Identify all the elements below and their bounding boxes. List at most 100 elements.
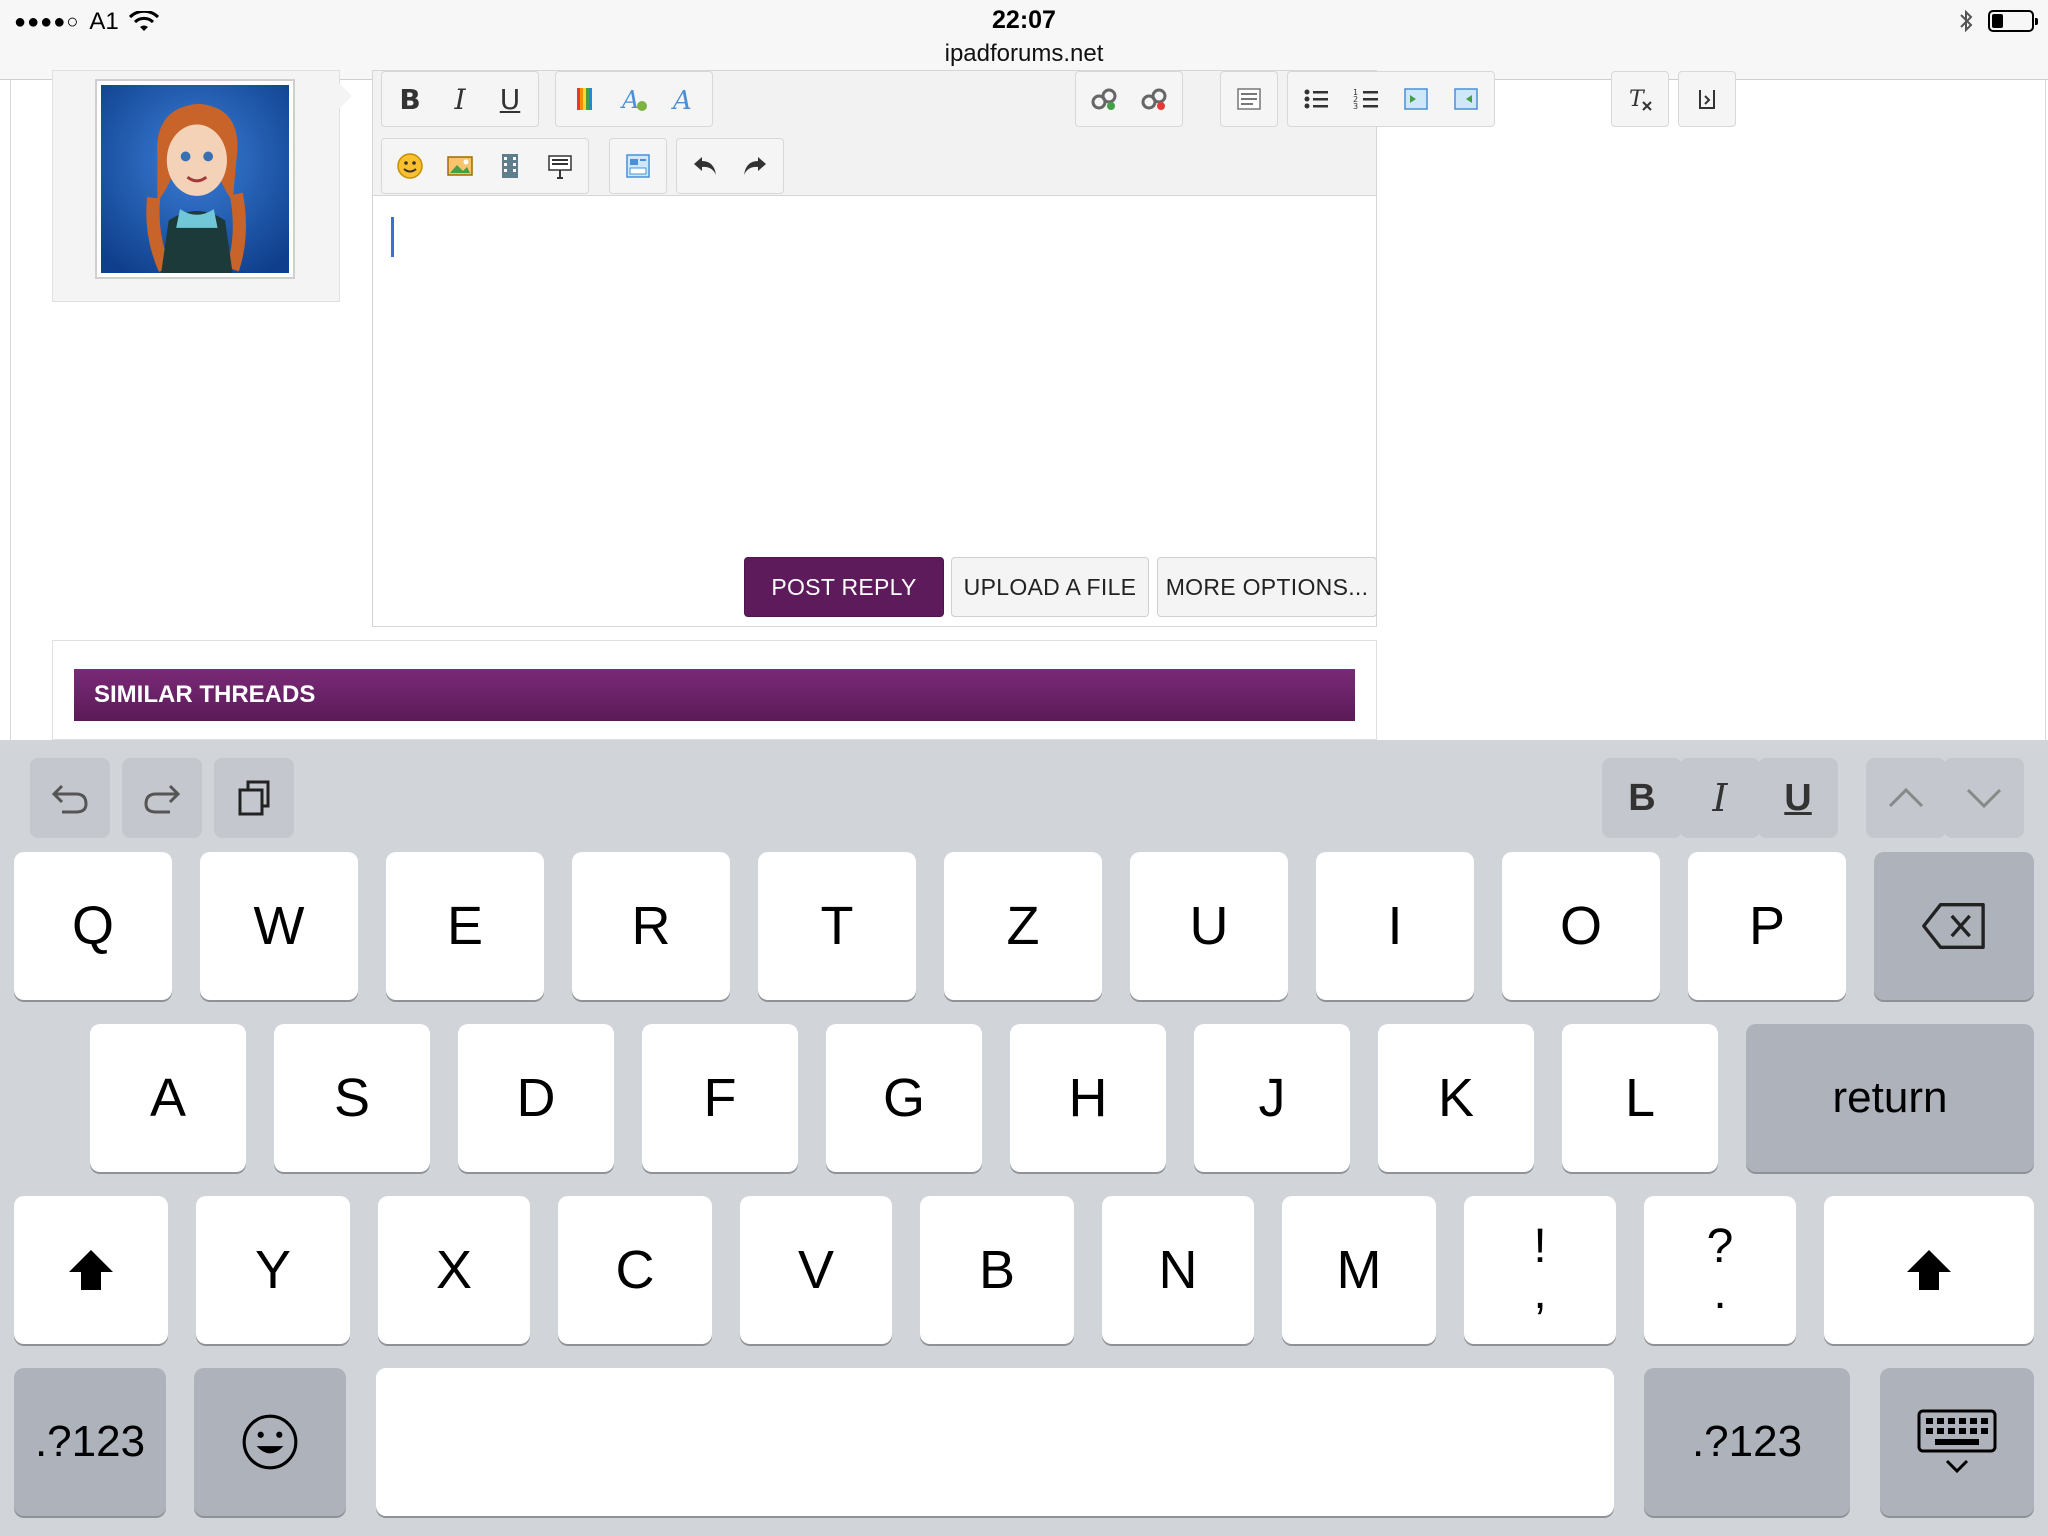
more-options-button[interactable]: MORE OPTIONS...	[1157, 557, 1377, 617]
format-group: B I U	[381, 71, 539, 127]
undo-icon[interactable]	[683, 144, 727, 188]
upload-file-button[interactable]: UPLOAD A FILE	[951, 557, 1149, 617]
key-c[interactable]: C	[558, 1196, 712, 1344]
key-f[interactable]: F	[642, 1024, 798, 1172]
key-j[interactable]: J	[1194, 1024, 1350, 1172]
svg-text:A: A	[620, 86, 639, 114]
image-icon[interactable]	[438, 144, 482, 188]
key-m[interactable]: M	[1282, 1196, 1436, 1344]
chevron-up-icon	[1888, 787, 1924, 808]
bullet-list-icon[interactable]	[1294, 77, 1338, 121]
history-group	[676, 138, 784, 194]
outdent-icon[interactable]	[1444, 77, 1488, 121]
keyboard-bold-button[interactable]: B	[1602, 758, 1682, 838]
redo-arrow-icon	[144, 784, 181, 814]
numbers-key-left[interactable]: .?123	[14, 1368, 166, 1516]
key-s[interactable]: S	[274, 1024, 430, 1172]
key-i[interactable]: I	[1316, 852, 1474, 1000]
key-y[interactable]: Y	[196, 1196, 350, 1344]
dismiss-keyboard-key[interactable]	[1880, 1368, 2034, 1516]
keyboard-previous-field-button[interactable]	[1866, 758, 1946, 838]
font-family-icon[interactable]: A	[612, 77, 656, 121]
remove-format-icon[interactable]: T	[1618, 77, 1662, 121]
key-h[interactable]: H	[1010, 1024, 1166, 1172]
return-key[interactable]: return	[1746, 1024, 2034, 1172]
key-l[interactable]: L	[1562, 1024, 1718, 1172]
keyboard-hide-icon	[1917, 1409, 1997, 1474]
list-group: 123	[1287, 71, 1495, 127]
template-icon[interactable]	[616, 144, 660, 188]
key-u[interactable]: U	[1130, 852, 1288, 1000]
emoji-key[interactable]	[194, 1368, 346, 1516]
comma-char: ,	[1533, 1266, 1547, 1319]
key-w[interactable]: W	[200, 852, 358, 1000]
insert-group	[381, 138, 589, 194]
underline-icon[interactable]: U	[488, 77, 532, 121]
address-bar-url[interactable]: ipadforums.net	[0, 40, 2048, 68]
link-icon[interactable]	[1082, 77, 1126, 121]
shift-key-left[interactable]	[14, 1196, 168, 1344]
keyboard-undo-button[interactable]	[30, 758, 110, 838]
smiley-icon[interactable]	[388, 144, 432, 188]
keyboard-paste-button[interactable]	[214, 758, 294, 838]
code-block-icon[interactable]	[538, 144, 582, 188]
space-bar[interactable]	[376, 1368, 1614, 1516]
link-group	[1075, 71, 1183, 127]
key-exclamation-comma-label: ! ,	[1533, 1220, 1547, 1319]
remove-format-group: T	[1611, 71, 1669, 127]
bluetooth-icon	[1960, 9, 1973, 33]
keyboard-underline-button[interactable]: U	[1758, 758, 1838, 838]
text-color-icon[interactable]	[562, 77, 606, 121]
key-x[interactable]: X	[378, 1196, 530, 1344]
key-z[interactable]: Z	[944, 852, 1102, 1000]
color-font-group: A A	[555, 71, 713, 127]
source-code-icon[interactable]	[1685, 77, 1729, 121]
key-g[interactable]: G	[826, 1024, 982, 1172]
reply-editor: B I U A A 1 2 3 T	[372, 70, 1736, 627]
key-p[interactable]: P	[1688, 852, 1846, 1000]
shift-key-right[interactable]	[1824, 1196, 2034, 1344]
media-icon[interactable]	[488, 144, 532, 188]
keyboard-redo-button[interactable]	[122, 758, 202, 838]
numbers-key-right[interactable]: .?123	[1644, 1368, 1850, 1516]
avatar-image	[101, 85, 289, 273]
forum-page: B I U A A 1 2 3 T POST REPLY UPLOAD A FI…	[0, 70, 2048, 740]
key-n[interactable]: N	[1102, 1196, 1254, 1344]
key-o[interactable]: O	[1502, 852, 1660, 1000]
backspace-key[interactable]	[1874, 852, 2034, 1000]
key-t[interactable]: T	[758, 852, 916, 1000]
backspace-icon	[1922, 903, 1985, 949]
clipboard-icon	[238, 780, 270, 816]
font-size-icon[interactable]: A	[662, 77, 706, 121]
align-icon[interactable]	[1227, 77, 1271, 121]
key-q[interactable]: Q	[14, 852, 172, 1000]
emoji-icon	[242, 1414, 298, 1470]
editor-toolbar: B I U A A 1 2 3 T	[373, 71, 1736, 196]
key-question-period[interactable]: ? .	[1644, 1196, 1796, 1344]
key-k[interactable]: K	[1378, 1024, 1534, 1172]
avatar[interactable]	[95, 79, 295, 279]
redo-icon[interactable]	[733, 144, 777, 188]
key-v[interactable]: V	[740, 1196, 892, 1344]
status-right	[1958, 8, 2038, 34]
key-question-period-label: ? .	[1707, 1223, 1734, 1317]
italic-icon[interactable]: I	[438, 77, 482, 121]
text-caret	[391, 217, 394, 257]
keyboard-italic-button[interactable]: I	[1680, 758, 1760, 838]
key-b[interactable]: B	[920, 1196, 1074, 1344]
clock: 22:07	[992, 6, 1056, 34]
numbered-list-icon[interactable]: 123	[1344, 77, 1388, 121]
key-exclamation-comma[interactable]: ! ,	[1464, 1196, 1616, 1344]
bold-icon[interactable]: B	[388, 77, 432, 121]
post-reply-button[interactable]: POST REPLY	[744, 557, 944, 617]
unlink-icon[interactable]	[1132, 77, 1176, 121]
battery-icon	[1988, 10, 2038, 32]
indent-icon[interactable]	[1394, 77, 1438, 121]
key-r[interactable]: R	[572, 852, 730, 1000]
exclamation-char: !	[1533, 1220, 1547, 1273]
shift-icon	[1907, 1250, 1951, 1290]
keyboard-next-field-button[interactable]	[1944, 758, 2024, 838]
key-e[interactable]: E	[386, 852, 544, 1000]
key-a[interactable]: A	[90, 1024, 246, 1172]
key-d[interactable]: D	[458, 1024, 614, 1172]
